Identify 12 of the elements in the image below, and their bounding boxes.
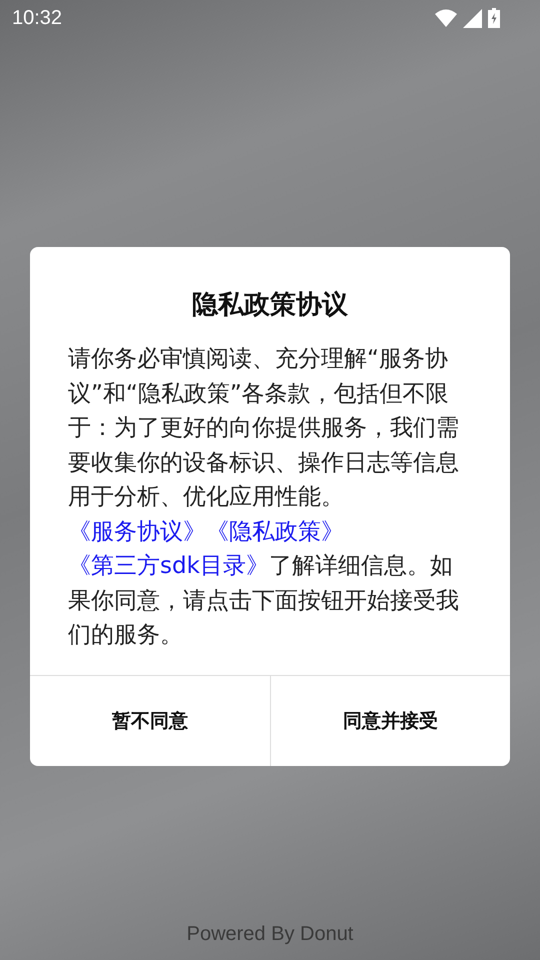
decline-button[interactable]: 暂不同意 xyxy=(30,676,270,766)
policy-link[interactable]: 《隐私政策》 xyxy=(206,518,344,544)
wifi-icon xyxy=(435,9,457,27)
policy-link[interactable]: 《服务协议》 xyxy=(68,518,206,544)
dialog-message: 请你务必审慎阅读、充分理解“服务协议”和“隐私政策”各条款，包括但不限于：为了更好的向你提供服务，我们需要收集你的设备标识、操作日志等信息用于分析、优化应用性能。 《服务协议》《隐私政策》 《第三方sdk目录》了解详细信息。如果你同意，请点击下面按钮开始接受我们的服务。 xyxy=(67,345,460,650)
accept-button[interactable]: 同意并接受 xyxy=(270,676,510,766)
policy-link[interactable]: 《第三方sdk目录》 xyxy=(68,553,269,579)
dialog-title: 隐私政策协议 xyxy=(191,289,349,322)
signal-icon xyxy=(463,8,482,28)
powered-by-text: Powered By Donut xyxy=(186,923,354,946)
battery-charging-icon xyxy=(488,8,500,28)
status-time: 10:32 xyxy=(12,6,62,30)
